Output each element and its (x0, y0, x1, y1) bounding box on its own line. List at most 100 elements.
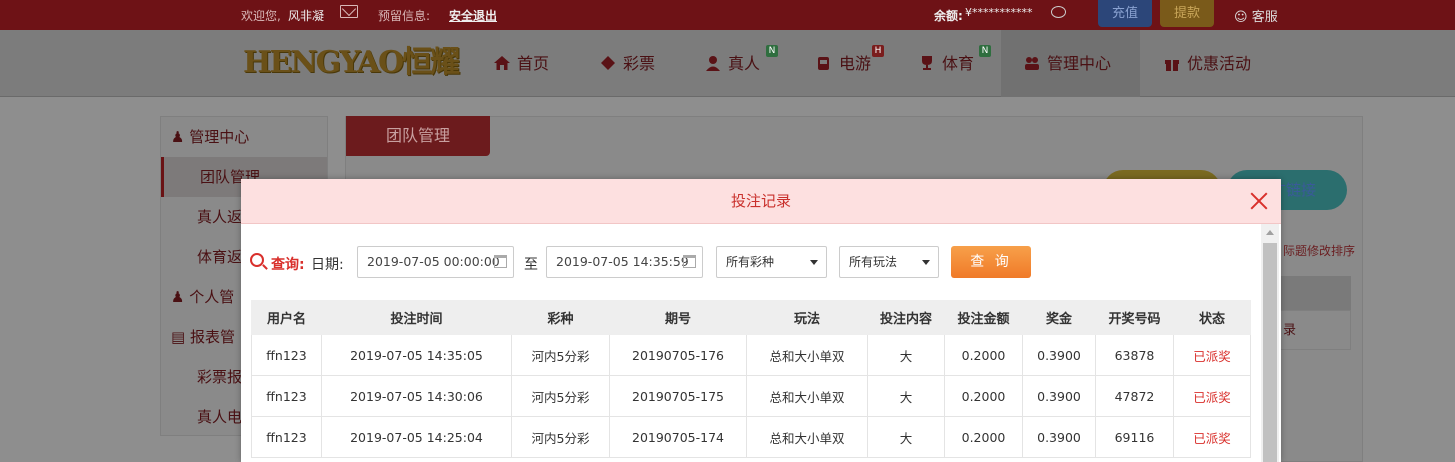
query-button[interactable]: 查 询 (951, 246, 1031, 278)
column-header[interactable]: 投注时间 (321, 300, 512, 335)
bet-records-table: 用户名 投注时间 彩种 期号 玩法 投注内容 投注金额 奖金 开奖号码 状态 f… (251, 300, 1251, 458)
cell-play: 总和大小单双 (746, 334, 868, 376)
cell-username: ffn123 (251, 416, 322, 458)
column-header[interactable]: 用户名 (251, 300, 322, 335)
eye-icon[interactable] (1051, 6, 1066, 18)
nav-item-live[interactable]: 真人 (704, 30, 760, 97)
cell-status: 已派奖 (1173, 334, 1251, 376)
scroll-up-arrow-icon[interactable] (1266, 230, 1274, 235)
cell-lottery: 河内5分彩 (511, 416, 610, 458)
cell-lottery: 河内5分彩 (511, 375, 610, 417)
cell-lottery: 河内5分彩 (511, 334, 610, 376)
report-icon: ▤ (171, 328, 186, 346)
calendar-icon[interactable] (494, 255, 507, 268)
sidebar-item-label: 报表管 (189, 328, 235, 346)
sidebar-item-label: 体育返 (197, 248, 243, 266)
column-header[interactable]: 期号 (609, 300, 747, 335)
play-type-select[interactable]: 所有玩法 (839, 246, 939, 278)
trophy-icon (922, 56, 932, 70)
lottery-type-select[interactable]: 所有彩种 (716, 246, 827, 278)
nav-item-lottery[interactable]: 彩票 (599, 30, 655, 97)
balance-label: 余额: (934, 9, 963, 23)
service-link[interactable]: ☺ 客服 (1234, 6, 1278, 25)
cell-draw-number: 69116 (1095, 416, 1174, 458)
cell-draw-number: 63878 (1095, 334, 1174, 376)
column-header[interactable]: 开奖号码 (1095, 300, 1174, 335)
cell-amount: 0.2000 (944, 375, 1023, 417)
play-type-value: 所有玩法 (849, 255, 898, 269)
nav-item-promotions[interactable]: 优惠活动 (1163, 30, 1251, 97)
nav-label: 管理中心 (1047, 54, 1112, 73)
slot-machine-icon (818, 57, 829, 70)
top-bar: 欢迎您, 风非凝 预留信息: 安全退出 余额: ¥*********** 充值 … (0, 0, 1455, 30)
search-icon (250, 253, 264, 267)
cell-play: 总和大小单双 (746, 375, 868, 417)
sidebar-item-label: 个人管 (189, 288, 235, 306)
mail-icon[interactable] (340, 5, 358, 18)
nav-label: 彩票 (623, 54, 656, 73)
start-date-input[interactable]: 2019-07-05 00:00:00 (357, 246, 514, 278)
gift-icon (1165, 60, 1179, 71)
nav-label: 体育 (942, 54, 975, 73)
cell-username: ffn123 (251, 375, 322, 417)
end-date-value: 2019-07-05 14:35:59 (556, 254, 689, 269)
nav-item-management[interactable]: 管理中心 (1001, 30, 1140, 97)
cell-bet-time: 2019-07-05 14:25:04 (321, 416, 512, 458)
new-badge: N (979, 45, 991, 57)
recharge-button[interactable]: 充值 (1098, 0, 1152, 27)
modal-title: 投注记录 (730, 192, 791, 210)
table-row[interactable]: ffn123 2019-07-05 14:35:05 河内5分彩 2019070… (251, 334, 1251, 376)
modal-header: 投注记录 (241, 179, 1281, 224)
cell-period: 20190705-175 (609, 375, 747, 417)
lottery-type-value: 所有彩种 (726, 255, 775, 269)
nav-item-home[interactable]: 首页 (493, 30, 549, 97)
column-header[interactable]: 奖金 (1022, 300, 1096, 335)
table-row[interactable]: ffn123 2019-07-05 14:30:06 河内5分彩 2019070… (251, 375, 1251, 417)
new-badge: N (766, 45, 778, 57)
close-icon[interactable] (1249, 191, 1269, 211)
hot-badge: H (872, 45, 884, 57)
table-header-row: 用户名 投注时间 彩种 期号 玩法 投注内容 投注金额 奖金 开奖号码 状态 (251, 300, 1251, 335)
cell-bet-time: 2019-07-05 14:30:06 (321, 375, 512, 417)
cell-period: 20190705-174 (609, 416, 747, 458)
users-icon: ♟ (171, 128, 185, 146)
cell-status: 已派奖 (1173, 416, 1251, 458)
scrollbar-thumb[interactable] (1263, 243, 1277, 462)
sidebar-item-label: 彩票报 (197, 368, 243, 386)
column-header[interactable]: 投注内容 (867, 300, 945, 335)
start-date-value: 2019-07-05 00:00:00 (367, 254, 500, 269)
users-icon (1025, 57, 1039, 70)
column-header[interactable]: 状态 (1173, 300, 1251, 335)
reserved-info-label: 预留信息: (378, 9, 431, 23)
bet-records-modal: 投注记录 查询: 日期: 2019-07-05 00:00:00 至 2019-… (241, 179, 1281, 462)
cell-draw-number: 47872 (1095, 375, 1174, 417)
nav-label: 电游 (839, 54, 872, 73)
sidebar-item-label: 管理中心 (189, 128, 250, 146)
nav-label: 优惠活动 (1187, 54, 1252, 73)
column-header[interactable]: 彩种 (511, 300, 610, 335)
username: 风非凝 (288, 9, 325, 23)
column-header[interactable]: 玩法 (746, 300, 868, 335)
table-row[interactable]: ffn123 2019-07-05 14:25:04 河内5分彩 2019070… (251, 416, 1251, 458)
cell-period: 20190705-176 (609, 334, 747, 376)
column-header[interactable]: 投注金额 (944, 300, 1023, 335)
cell-amount: 0.2000 (944, 334, 1023, 376)
nav-label: 首页 (517, 54, 550, 73)
sort-hint: 际题修改排序 (1283, 244, 1356, 258)
nav-item-slots[interactable]: 电游 (815, 30, 871, 97)
cell-username: ffn123 (251, 334, 322, 376)
calendar-icon[interactable] (683, 255, 696, 268)
cell-content: 大 (867, 375, 945, 417)
nav-label: 真人 (728, 54, 761, 73)
withdraw-button[interactable]: 提款 (1160, 0, 1214, 27)
cell-amount: 0.2000 (944, 416, 1023, 458)
sidebar-item-management-center[interactable]: ♟ 管理中心 (161, 117, 327, 157)
end-date-input[interactable]: 2019-07-05 14:35:59 (546, 246, 703, 278)
logo[interactable]: HENGYAO恒耀 (243, 44, 460, 82)
logout-link[interactable]: 安全退出 (449, 7, 497, 24)
cell-content: 大 (867, 416, 945, 458)
nav-item-sports[interactable]: 体育 (918, 30, 974, 97)
query-label: 查询: (271, 257, 305, 273)
tab-team-management[interactable]: 团队管理 (346, 116, 490, 156)
cell-prize: 0.3900 (1022, 416, 1096, 458)
